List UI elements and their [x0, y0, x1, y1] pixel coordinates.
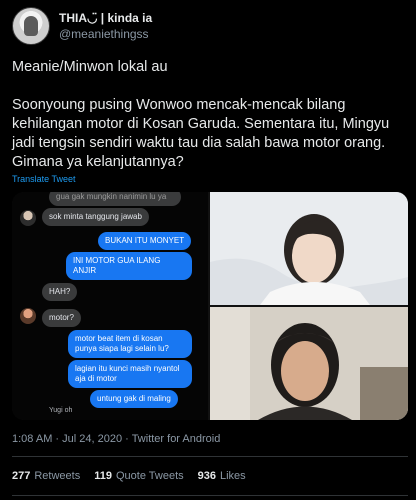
tweet-paragraph-1: Meanie/Minwon lokal au — [12, 59, 168, 75]
chat-avatar-icon — [20, 308, 36, 324]
user-handle[interactable]: @meaniethingss — [59, 26, 152, 42]
quote-tweets-stat[interactable]: 119 Quote Tweets — [94, 470, 183, 482]
chat-message-sent: motor beat item di kosan punya siapa lag… — [68, 330, 192, 358]
chat-message-sent: lagian itu kunci masih nyantol aja di mo… — [68, 360, 192, 388]
tweet-media-grid: gua gak mungkin nanimin lu ya sok minta … — [12, 192, 408, 420]
chat-message-sent: INI MOTOR GUA ILANG ANJIR — [66, 252, 192, 280]
media-photo-2[interactable] — [210, 307, 408, 420]
chat-message-received: sok minta tanggung jawab — [42, 208, 149, 226]
chat-screenshot[interactable]: gua gak mungkin nanimin lu ya sok minta … — [12, 192, 208, 420]
likes-stat[interactable]: 936 Likes — [198, 470, 246, 482]
chat-message-received: gua gak mungkin nanimin lu ya — [49, 192, 181, 206]
quote-tweets-count: 119 — [94, 470, 112, 482]
divider — [12, 495, 408, 496]
chat-message-received: HAH? — [42, 283, 78, 301]
divider — [12, 456, 408, 457]
display-name[interactable]: THIA◡̈ | kinda ia — [59, 10, 152, 26]
media-photo-1[interactable] — [210, 192, 408, 305]
chat-message-sent: untung gak di maling — [90, 390, 178, 408]
tweet-source[interactable]: Twitter for Android — [132, 433, 221, 445]
quote-tweets-label: Quote Tweets — [115, 470, 184, 482]
user-names: THIA◡̈ | kinda ia @meaniethingss — [59, 10, 152, 42]
tweet-header: THIA◡̈ | kinda ia @meaniethingss — [12, 6, 152, 46]
photo-1-illustration — [210, 192, 408, 305]
likes-label: Likes — [220, 470, 246, 482]
retweets-label: Retweets — [34, 470, 81, 482]
retweets-stat[interactable]: 277 Retweets — [12, 470, 80, 482]
chat-message-received: motor? — [42, 309, 81, 327]
tweet-stats: 277 Retweets 119 Quote Tweets 936 Likes — [12, 470, 260, 482]
likes-count: 936 — [197, 470, 216, 482]
chat-message-sent: BUKAN ITU MONYET — [98, 232, 192, 250]
tweet-text: Meanie/Minwon lokal au Soonyoung pusing … — [12, 58, 408, 172]
tweet-paragraph-2: Soonyoung pusing Wonwoo mencak-mencak bi… — [12, 97, 390, 170]
tweet-time[interactable]: 1:08 AM — [12, 433, 52, 445]
photo-2-illustration — [210, 307, 408, 420]
chat-seen-label: Yugi oh — [49, 407, 73, 414]
translate-tweet-link[interactable]: Translate Tweet — [12, 174, 76, 184]
chat-avatar-icon — [20, 210, 36, 226]
user-avatar[interactable] — [12, 7, 50, 45]
retweets-count: 277 — [12, 470, 31, 482]
tweet-date[interactable]: Jul 24, 2020 — [62, 433, 122, 445]
tweet-meta: 1:08 AM · Jul 24, 2020 · Twitter for And… — [12, 433, 220, 445]
